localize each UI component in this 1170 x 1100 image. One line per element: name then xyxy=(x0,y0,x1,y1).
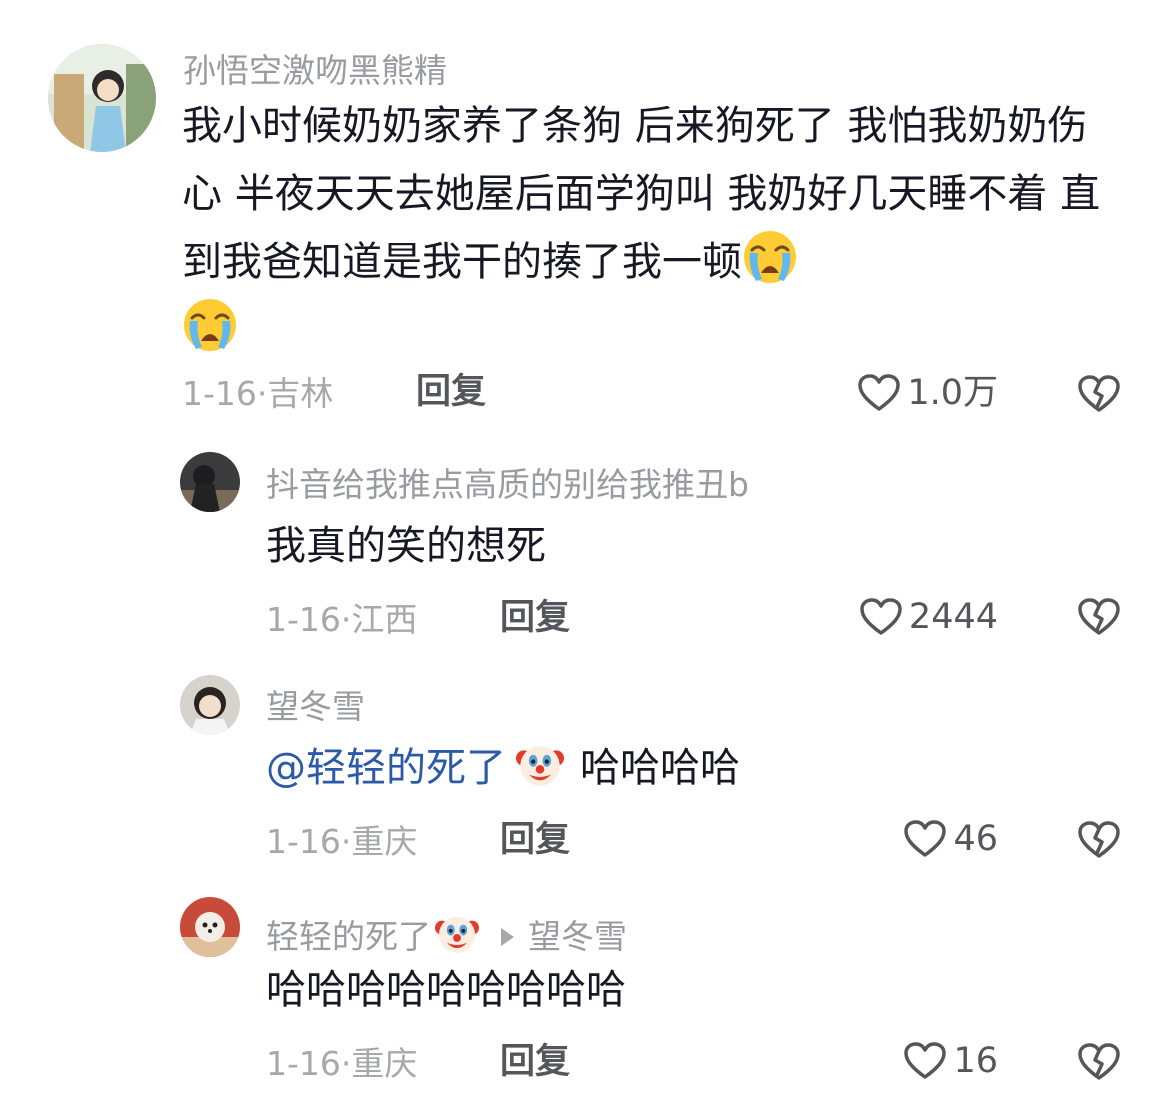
reply-author-name[interactable]: 轻轻的死了 xyxy=(266,917,431,956)
clown-face-emoji xyxy=(435,912,479,956)
reply-text: 我真的笑的想死 xyxy=(266,523,546,569)
separator: · xyxy=(340,600,352,639)
clown-face-emoji xyxy=(516,741,564,789)
comment-text: 我小时候奶奶家养了条狗 后来狗死了 我怕我奶奶伤心 半夜天天去她屋后面学狗叫 我… xyxy=(182,92,1122,364)
reply-body: 哈哈哈哈 xyxy=(580,745,740,791)
heart-outline-icon xyxy=(859,597,903,637)
avatar[interactable] xyxy=(180,452,240,512)
reply-username[interactable]: 望冬雪 xyxy=(266,690,365,723)
dislike-button[interactable] xyxy=(1077,597,1121,637)
comment-location: 重庆 xyxy=(351,822,418,861)
comment-meta: 1-16·吉林 xyxy=(182,377,333,410)
comment-date: 1-16 xyxy=(266,1044,341,1083)
separator: · xyxy=(340,1044,352,1083)
dislike-button[interactable] xyxy=(1077,820,1121,860)
reply-button[interactable]: 回复 xyxy=(500,601,570,636)
triangle-right-icon xyxy=(501,928,514,946)
comment-body: 我小时候奶奶家养了条狗 后来狗死了 我怕我奶奶伤心 半夜天天去她屋后面学狗叫 我… xyxy=(182,103,1101,285)
broken-heart-icon xyxy=(1077,820,1121,860)
reply-button[interactable]: 回复 xyxy=(500,1045,570,1080)
reply-text: 哈哈哈哈哈哈哈哈哈 xyxy=(266,967,626,1013)
separator: · xyxy=(256,374,268,413)
broken-heart-icon xyxy=(1077,374,1121,414)
reply-button[interactable]: 回复 xyxy=(500,823,570,858)
comment-date: 1-16 xyxy=(266,822,341,861)
avatar[interactable] xyxy=(180,897,240,957)
like-count: 46 xyxy=(953,818,998,859)
reply-target-name[interactable]: 望冬雪 xyxy=(528,917,627,956)
like-button[interactable]: 2444 xyxy=(859,597,998,637)
like-count: 16 xyxy=(953,1040,998,1081)
reply-meta: 1-16·江西 xyxy=(266,603,417,636)
broken-heart-icon xyxy=(1077,1042,1121,1082)
like-button[interactable]: 1.0万 xyxy=(857,373,998,413)
like-count: 2444 xyxy=(908,596,998,637)
avatar[interactable] xyxy=(180,675,240,735)
comment-date: 1-16 xyxy=(182,374,257,413)
reply-text: @轻轻的死了 哈哈哈哈 xyxy=(266,740,740,796)
reply-meta: 1-16·重庆 xyxy=(266,825,417,858)
comment-location: 吉林 xyxy=(267,374,334,413)
comment-date: 1-16 xyxy=(266,600,341,639)
like-count: 1.0万 xyxy=(907,372,998,413)
heart-outline-icon xyxy=(857,373,901,413)
reply-username[interactable]: 抖音给我推点高质的别给我推丑b xyxy=(266,468,749,501)
heart-outline-icon xyxy=(903,1041,947,1081)
separator: · xyxy=(340,822,352,861)
comment-username[interactable]: 孙悟空激吻黑熊精 xyxy=(183,54,447,87)
reply-username: 轻轻的死了 望冬雪 xyxy=(266,912,627,956)
comment-location: 江西 xyxy=(351,600,418,639)
like-button[interactable]: 16 xyxy=(903,1041,998,1081)
dislike-button[interactable] xyxy=(1077,374,1121,414)
comment-location: 重庆 xyxy=(351,1044,418,1083)
reply-button[interactable]: 回复 xyxy=(416,375,486,410)
avatar[interactable] xyxy=(48,44,156,152)
like-button[interactable]: 46 xyxy=(903,819,998,859)
dislike-button[interactable] xyxy=(1077,1042,1121,1082)
loudly-crying-face-emoji xyxy=(742,229,798,285)
heart-outline-icon xyxy=(903,819,947,859)
broken-heart-icon xyxy=(1077,597,1121,637)
loudly-crying-face-emoji xyxy=(182,297,238,353)
mention-link[interactable]: @轻轻的死了 xyxy=(266,745,506,791)
reply-meta: 1-16·重庆 xyxy=(266,1047,417,1080)
